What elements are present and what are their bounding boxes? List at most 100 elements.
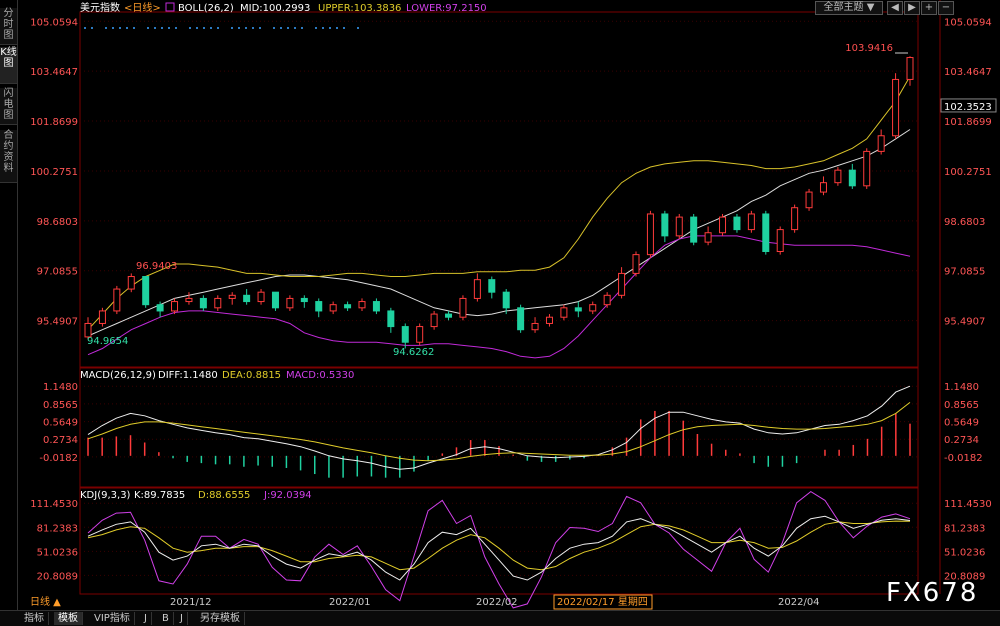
candle-body — [661, 213, 669, 237]
y-tick-label-left: 103.4647 — [30, 67, 78, 78]
y-tick-label-left: 98.6803 — [37, 217, 78, 228]
macd-y-tick-left: 0.8565 — [43, 400, 78, 411]
scroll-right-button[interactable]: ▶ — [904, 1, 920, 15]
y-tick-label: 97.0855 — [944, 267, 985, 278]
annotation-high: 103.9416 — [845, 43, 893, 54]
signal-dot — [84, 27, 86, 29]
macd-header-name: MACD(26,12,9) — [80, 370, 156, 381]
signal-dot — [147, 27, 149, 29]
minus-icon: − — [941, 2, 951, 13]
tab-j1[interactable]: J — [140, 612, 152, 625]
candle-body — [545, 316, 553, 324]
tab-vip-indicator[interactable]: VIP指标 — [90, 612, 135, 625]
candle-body — [372, 301, 380, 312]
chart-background — [0, 0, 1000, 610]
y-tick-label: 103.4647 — [944, 67, 992, 78]
signal-dot — [175, 27, 177, 29]
header-period: <日线> — [124, 1, 161, 14]
tab-label: J — [180, 613, 183, 624]
macd-y-tick: 0.2734 — [944, 435, 979, 446]
side-tab-label: K线图 — [0, 47, 17, 69]
signal-dot — [252, 27, 254, 29]
candle-body — [762, 213, 770, 253]
signal-dot — [273, 27, 275, 29]
signal-dot — [217, 27, 219, 29]
candle-body — [877, 135, 885, 152]
watermark-logo: FX678 — [886, 578, 979, 608]
signal-dot — [287, 27, 289, 29]
tab-template[interactable]: 模板 — [54, 612, 83, 625]
candle-body — [98, 310, 106, 324]
signal-dot — [245, 27, 247, 29]
chevron-down-icon: ▼ — [866, 2, 875, 13]
arrow-right-icon: ▶ — [908, 2, 916, 13]
y-tick-label-left: 105.0594 — [30, 17, 78, 28]
tab-b[interactable]: B — [158, 612, 174, 625]
candle-body — [257, 291, 265, 303]
signal-dot — [161, 27, 163, 29]
theme-label: 全部主题 — [823, 2, 864, 13]
candle-body — [329, 304, 337, 312]
candle-body — [646, 213, 654, 256]
x-axis-label: 2022/02/17 星期四 — [557, 596, 648, 608]
period-selector[interactable]: 日线 ▲ — [30, 595, 61, 608]
candle-body — [531, 322, 539, 331]
y-tick-label-left: 97.0855 — [37, 267, 78, 278]
macd-y-tick-left: 0.5649 — [43, 418, 78, 429]
tab-label: 模板 — [58, 613, 78, 624]
signal-dot — [343, 27, 345, 29]
candle-body — [315, 301, 323, 312]
kdj-y-tick: 81.2383 — [944, 523, 985, 534]
zoom-in-button[interactable]: + — [921, 1, 937, 15]
candle-body — [589, 304, 597, 312]
signal-dot — [259, 27, 261, 29]
signal-dot — [154, 27, 156, 29]
candle-body — [271, 291, 279, 309]
chart-canvas[interactable]: 105.0594 105.0594 103.4647 103.4647 101.8699… — [0, 0, 1000, 610]
macd-header-diff: DIFF:1.1480 — [158, 370, 218, 381]
header-upper: UPPER:103.3836 — [318, 3, 401, 14]
candle-body — [459, 297, 467, 318]
tab-j2[interactable]: J — [176, 612, 188, 625]
x-axis-label: 2022/02 — [476, 597, 518, 608]
macd-y-tick-left: 1.1480 — [43, 382, 78, 393]
scroll-left-button[interactable]: ◀ — [887, 1, 903, 15]
tab-label: 另存模板 — [200, 613, 240, 624]
candle-body — [863, 150, 871, 187]
candle-body — [603, 294, 611, 306]
tab-save-template[interactable]: 另存模板 — [196, 612, 245, 625]
candle-body — [906, 57, 914, 80]
macd-y-tick: -0.0182 — [944, 453, 983, 464]
candle-body — [344, 304, 352, 309]
side-tab-kline[interactable]: K线图 — [0, 47, 17, 84]
zoom-out-button[interactable]: − — [938, 1, 954, 15]
signal-dot — [357, 27, 359, 29]
tab-label: VIP指标 — [94, 613, 130, 624]
kdj-y-tick-left: 81.2383 — [37, 523, 78, 534]
kdj-y-tick: 51.0236 — [944, 547, 985, 558]
macd-y-tick: 0.8565 — [944, 400, 979, 411]
y-tick-label-left: 95.4907 — [37, 317, 78, 328]
tab-indicator[interactable]: 指标 — [20, 612, 49, 625]
bottom-toolbar: 指标 模板 VIP指标 J B J 另存模板 — [0, 610, 1000, 626]
side-tab-flash[interactable]: 闪电图 — [0, 88, 17, 125]
signal-dot — [280, 27, 282, 29]
theme-select[interactable]: 全部主题 ▼ — [815, 1, 883, 15]
signal-dot — [301, 27, 303, 29]
annotation-mid-low: 94.6262 — [393, 347, 434, 358]
signal-dot — [322, 27, 324, 29]
header-boll: BOLL(26,2) — [178, 3, 234, 14]
y-tick-label-left: 101.8699 — [30, 117, 78, 128]
y-tick-label: 98.6803 — [944, 217, 985, 228]
arrow-left-icon: ◀ — [891, 2, 899, 13]
side-tab-contract[interactable]: 合约资料 — [0, 130, 17, 183]
signal-dot — [329, 27, 331, 29]
signal-dot — [238, 27, 240, 29]
signal-dot — [336, 27, 338, 29]
candle-body — [156, 304, 164, 312]
signal-dot — [210, 27, 212, 29]
y-tick-label: 101.8699 — [944, 117, 992, 128]
signal-dot — [112, 27, 114, 29]
candle-body — [733, 216, 741, 231]
side-tab-timeshare[interactable]: 分时图 — [0, 8, 17, 45]
